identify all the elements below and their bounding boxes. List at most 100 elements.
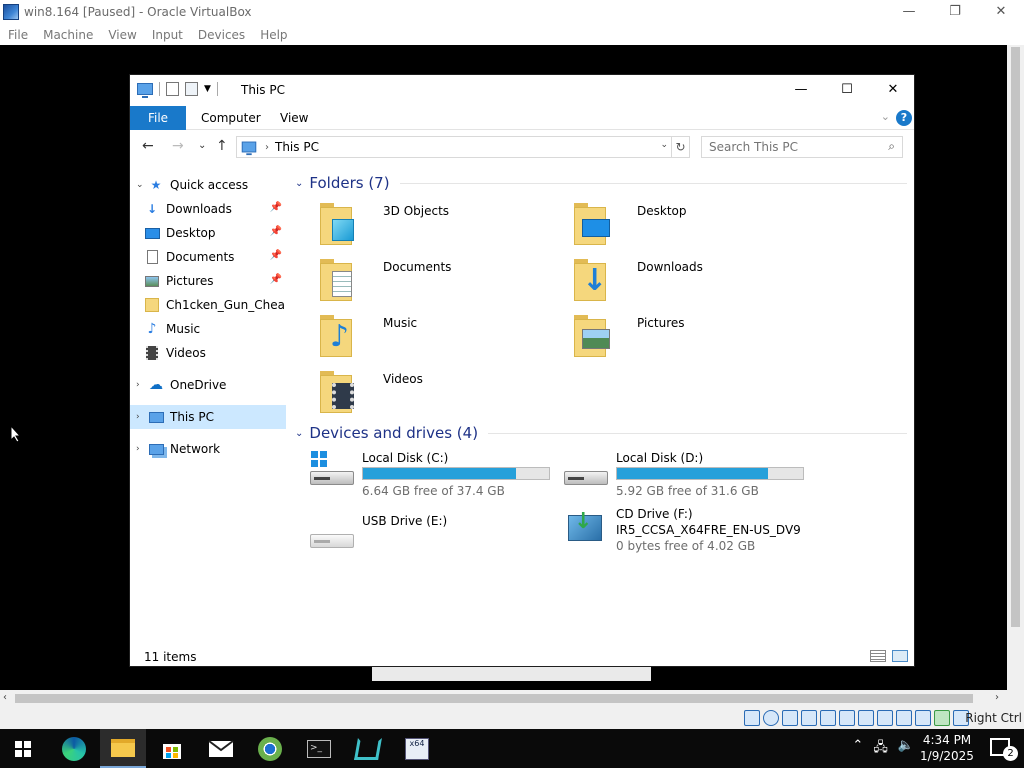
forward-button[interactable]: → [172, 138, 184, 154]
taskbar-clock[interactable]: 4:34 PM 1/9/2025 [916, 732, 978, 764]
search-box[interactable]: ⌕ [701, 136, 903, 158]
nav-item-chicken-gun-folder[interactable]: Ch1cken_Gun_Chea [130, 293, 286, 317]
video-capture-status-icon[interactable] [877, 710, 893, 726]
optical-drive-status-icon[interactable] [763, 710, 779, 726]
drives-group-header[interactable]: ⌄ Devices and drives (4) [295, 423, 907, 443]
nav-this-pc[interactable]: › This PC [130, 405, 286, 429]
start-button[interactable] [0, 729, 46, 768]
terminal-taskbar-button[interactable]: >_ [296, 729, 342, 768]
nav-item-desktop[interactable]: Desktop 📌 [130, 221, 286, 245]
status-bar: 11 items [130, 646, 914, 666]
back-button[interactable]: ← [142, 138, 154, 154]
display-status-icon[interactable] [858, 710, 874, 726]
network-status-icon[interactable] [801, 710, 817, 726]
nav-network[interactable]: › Network [130, 437, 286, 461]
shared-folders-status-icon[interactable] [839, 710, 855, 726]
scrollbar-thumb[interactable] [1011, 47, 1020, 627]
drive-c[interactable]: Local Disk (C:) 6.64 GB free of 37.4 GB [310, 451, 555, 501]
menu-input[interactable]: Input [152, 28, 183, 42]
nav-item-pictures[interactable]: Pictures 📌 [130, 269, 286, 293]
file-explorer-taskbar-button[interactable] [100, 729, 146, 768]
up-button[interactable]: ↑ [216, 138, 228, 154]
mouse-integration-status-icon[interactable] [915, 710, 931, 726]
host-close-button[interactable]: ✕ [978, 0, 1024, 22]
visual-studio-taskbar-button[interactable] [345, 729, 391, 768]
address-bar[interactable]: › This PC ⌄ [236, 136, 672, 158]
windows-logo-icon [15, 740, 31, 757]
menu-file[interactable]: File [8, 28, 28, 42]
chevron-right-icon[interactable]: › [136, 380, 148, 390]
nav-onedrive[interactable]: › ☁ OneDrive [130, 373, 286, 397]
address-text[interactable]: This PC [275, 140, 319, 154]
edge-taskbar-button[interactable] [51, 729, 97, 768]
host-restore-button[interactable]: ❐ [932, 0, 978, 22]
nav-quick-access[interactable]: ⌄ ★ Quick access [130, 173, 286, 197]
tab-file[interactable]: File [130, 106, 186, 130]
audio-status-icon[interactable] [782, 710, 798, 726]
search-icon[interactable]: ⌕ [888, 139, 895, 154]
folder-pictures[interactable]: Pictures [570, 313, 820, 363]
folders-group-header[interactable]: ⌄ Folders (7) [295, 173, 907, 193]
customize-toolbar-icon[interactable]: ▼ [204, 84, 211, 94]
show-hidden-icons-icon[interactable]: ⌃ [852, 738, 863, 760]
tab-computer[interactable]: Computer [189, 106, 273, 130]
app-icon [354, 737, 382, 760]
chevron-right-icon[interactable]: › [265, 142, 269, 153]
folder-documents[interactable]: Documents [316, 257, 566, 307]
tab-view[interactable]: View [268, 106, 320, 130]
usb-status-icon[interactable] [820, 710, 836, 726]
chevron-down-icon[interactable]: ⌄ [660, 140, 668, 150]
mail-taskbar-button[interactable] [198, 729, 244, 768]
maximize-button[interactable]: ☐ [824, 75, 870, 104]
store-taskbar-button[interactable] [149, 729, 195, 768]
close-button[interactable]: ✕ [870, 75, 914, 104]
volume-icon[interactable]: 🔈 [898, 738, 914, 760]
drive-e[interactable]: USB Drive (E:) [310, 514, 555, 564]
chrome-taskbar-button[interactable] [247, 729, 293, 768]
menu-machine[interactable]: Machine [43, 28, 93, 42]
host-minimize-button[interactable]: — [886, 0, 932, 22]
nav-item-downloads[interactable]: ↓ Downloads 📌 [130, 197, 286, 221]
scroll-left-icon[interactable]: ‹ [3, 692, 7, 703]
menu-devices[interactable]: Devices [198, 28, 245, 42]
horizontal-scrollbar[interactable]: ‹ › [0, 690, 1024, 707]
chevron-right-icon[interactable]: › [136, 412, 148, 422]
chevron-down-icon[interactable]: ⌄ [136, 180, 148, 190]
3d-objects-icon [316, 201, 366, 249]
vm-display[interactable]: ▼ This PC — ☐ ✕ File Computer View ⌄ ? ←… [0, 45, 1007, 690]
drive-f[interactable]: ↓ CD Drive (F:) IR5_CCSA_X64FRE_EN-US_DV… [564, 507, 809, 565]
nav-item-documents[interactable]: Documents 📌 [130, 245, 286, 269]
folder-videos[interactable]: Videos [316, 369, 566, 419]
menu-help[interactable]: Help [260, 28, 287, 42]
nav-item-videos[interactable]: Videos [130, 341, 286, 365]
recent-locations-button[interactable]: ⌄ [198, 140, 206, 151]
chevron-down-icon[interactable]: ⌄ [295, 428, 303, 439]
folder-desktop[interactable]: Desktop [570, 201, 820, 251]
minimize-button[interactable]: — [778, 75, 824, 104]
hard-disk-status-icon[interactable] [744, 710, 760, 726]
folder-3d-objects[interactable]: 3D Objects [316, 201, 566, 251]
large-icons-view-icon[interactable] [892, 650, 908, 662]
menu-view[interactable]: View [108, 28, 136, 42]
vertical-scrollbar[interactable] [1007, 45, 1024, 690]
chevron-down-icon[interactable]: ⌄ [295, 178, 303, 189]
cloud-icon: ☁ [149, 377, 163, 393]
virtualization-status-icon[interactable] [934, 710, 950, 726]
folder-music[interactable]: ♪ Music [316, 313, 566, 363]
refresh-button[interactable]: ↻ [672, 136, 690, 158]
properties-icon[interactable] [166, 82, 179, 96]
details-view-icon[interactable] [870, 650, 886, 662]
drive-d[interactable]: Local Disk (D:) 5.92 GB free of 31.6 GB [564, 451, 809, 501]
folder-downloads[interactable]: ↓ Downloads [570, 257, 820, 307]
chevron-right-icon[interactable]: › [136, 444, 148, 454]
nav-item-music[interactable]: ♪ Music [130, 317, 286, 341]
scroll-right-icon[interactable]: › [995, 692, 999, 703]
network-icon[interactable]: 🖧 [873, 738, 888, 760]
new-folder-icon[interactable] [185, 82, 198, 96]
help-button[interactable]: ? [896, 110, 912, 126]
scrollbar-thumb[interactable] [15, 694, 973, 703]
cpu-status-icon[interactable] [896, 710, 912, 726]
expand-ribbon-icon[interactable]: ⌄ [881, 110, 890, 123]
system-app-taskbar-button[interactable]: x64 [394, 729, 440, 768]
search-input[interactable] [709, 137, 879, 157]
